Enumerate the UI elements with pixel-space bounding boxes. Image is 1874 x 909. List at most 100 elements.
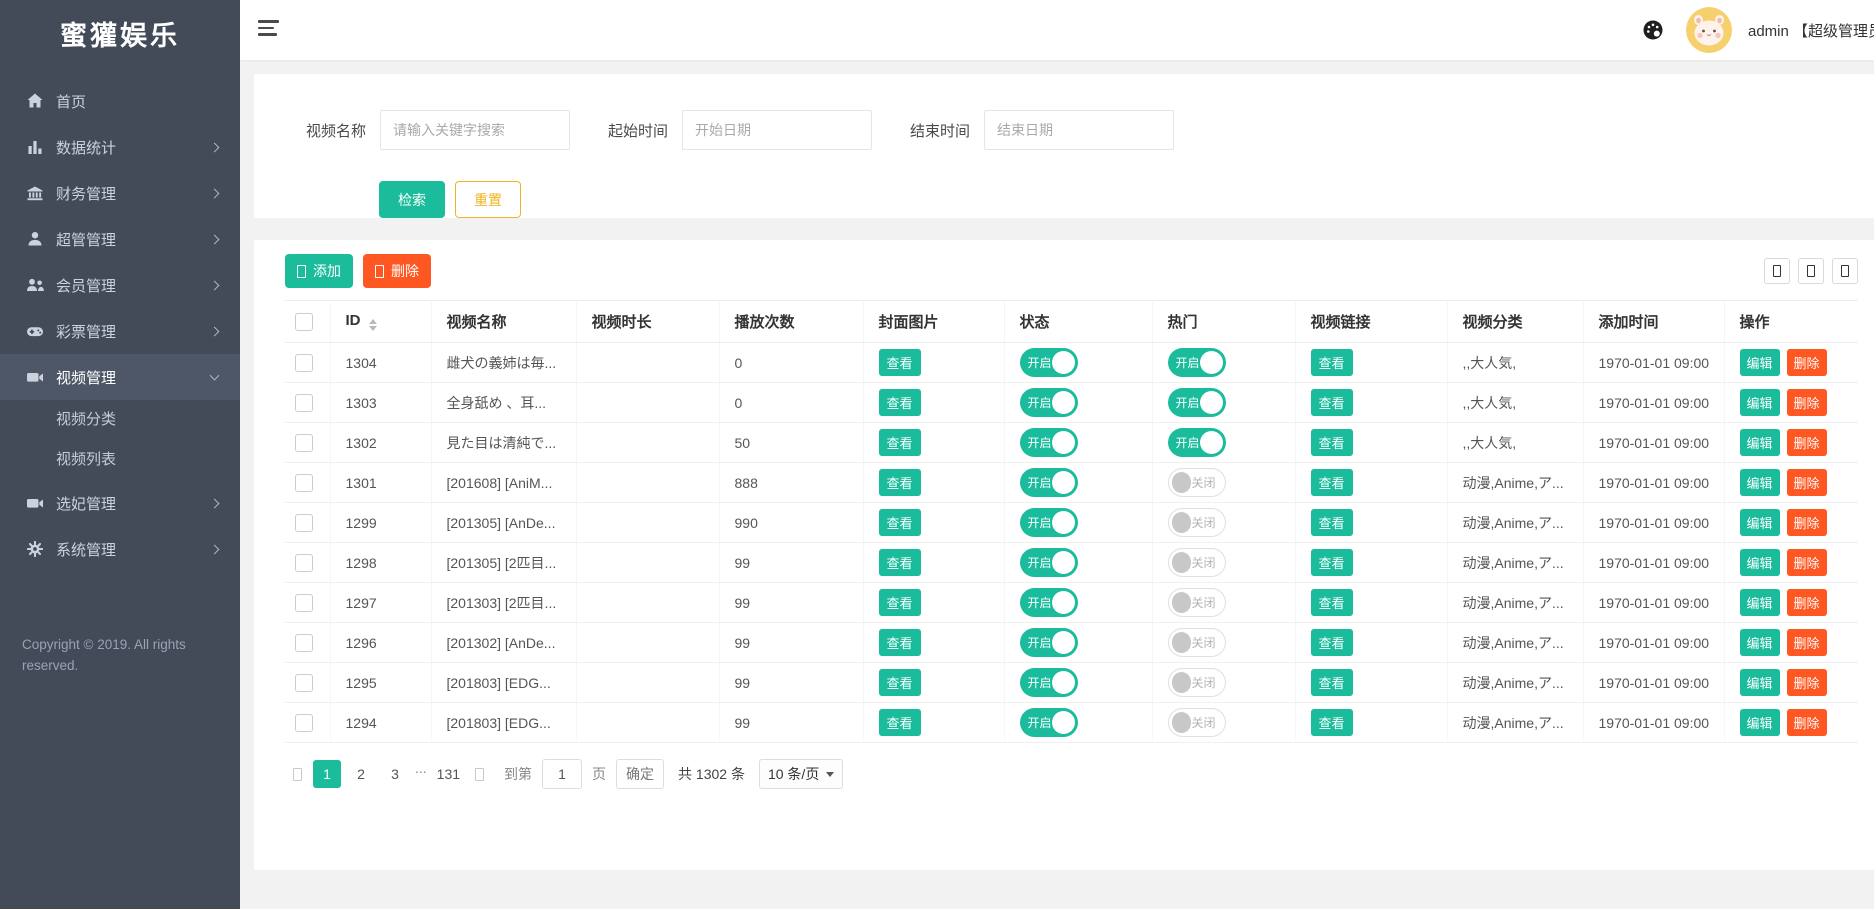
search-button[interactable]: 检索 [379,181,445,218]
view-cover-button[interactable]: 查看 [879,509,921,536]
status-toggle[interactable]: 开启 [1020,548,1078,577]
row-checkbox[interactable] [295,394,313,412]
status-toggle[interactable]: 开启 [1020,388,1078,417]
row-checkbox[interactable] [295,474,313,492]
hot-toggle[interactable]: 关闭 [1168,548,1226,577]
view-link-button[interactable]: 查看 [1311,469,1353,496]
sidebar-subitem-video-list[interactable]: 视频列表 [0,440,240,480]
row-delete-button[interactable]: 删除 [1787,509,1827,536]
page-button-1[interactable]: 1 [313,760,341,788]
edit-button[interactable]: 编辑 [1740,509,1780,536]
status-toggle[interactable]: 开启 [1020,468,1078,497]
prev-page-icon[interactable] [293,768,302,781]
hot-toggle[interactable]: 关闭 [1168,628,1226,657]
sidebar-item-system[interactable]: 系统管理 [0,526,240,572]
edit-button[interactable]: 编辑 [1740,349,1780,376]
row-delete-button[interactable]: 删除 [1787,469,1827,496]
view-cover-button[interactable]: 查看 [879,349,921,376]
page-button-131[interactable]: 131 [433,760,464,788]
view-cover-button[interactable]: 查看 [879,389,921,416]
row-delete-button[interactable]: 删除 [1787,549,1827,576]
row-checkbox[interactable] [295,594,313,612]
edit-button[interactable]: 编辑 [1740,389,1780,416]
page-button-2[interactable]: 2 [347,760,375,788]
sidebar-item-member[interactable]: 会员管理 [0,262,240,308]
row-checkbox[interactable] [295,514,313,532]
select-all-checkbox[interactable] [295,313,313,331]
view-link-button[interactable]: 查看 [1311,349,1353,376]
edit-button[interactable]: 编辑 [1740,709,1780,736]
view-cover-button[interactable]: 查看 [879,549,921,576]
view-link-button[interactable]: 查看 [1311,389,1353,416]
row-delete-button[interactable]: 删除 [1787,629,1827,656]
username[interactable]: admin 【超级管理员】 [1748,20,1874,41]
row-delete-button[interactable]: 删除 [1787,349,1827,376]
hot-toggle[interactable]: 关闭 [1168,508,1226,537]
edit-button[interactable]: 编辑 [1740,629,1780,656]
sidebar-item-stats[interactable]: 数据统计 [0,124,240,170]
view-link-button[interactable]: 查看 [1311,669,1353,696]
view-cover-button[interactable]: 查看 [879,429,921,456]
row-checkbox[interactable] [295,714,313,732]
view-cover-button[interactable]: 查看 [879,469,921,496]
row-checkbox[interactable] [295,354,313,372]
hot-toggle[interactable]: 关闭 [1168,468,1226,497]
row-delete-button[interactable]: 删除 [1787,709,1827,736]
row-delete-button[interactable]: 删除 [1787,389,1827,416]
hot-toggle[interactable]: 关闭 [1168,708,1226,737]
sidebar-item-video[interactable]: 视频管理 [0,354,240,400]
view-link-button[interactable]: 查看 [1311,509,1353,536]
status-toggle[interactable]: 开启 [1020,708,1078,737]
sidebar-toggle-button[interactable] [258,20,280,40]
view-link-button[interactable]: 查看 [1311,589,1353,616]
hot-toggle[interactable]: 关闭 [1168,588,1226,617]
view-cover-button[interactable]: 查看 [879,629,921,656]
sidebar-item-lottery[interactable]: 彩票管理 [0,308,240,354]
row-checkbox[interactable] [295,554,313,572]
view-link-button[interactable]: 查看 [1311,429,1353,456]
columns-button[interactable] [1832,258,1858,284]
row-checkbox[interactable] [295,634,313,652]
status-toggle[interactable]: 开启 [1020,348,1078,377]
refresh-button[interactable] [1764,258,1790,284]
end-date-input[interactable] [984,110,1174,150]
sidebar-item-admin[interactable]: 超管管理 [0,216,240,262]
view-cover-button[interactable]: 查看 [879,669,921,696]
goto-page-input[interactable] [542,759,582,789]
start-date-input[interactable] [682,110,872,150]
delete-button[interactable]: 删除 [363,254,431,288]
view-link-button[interactable]: 查看 [1311,629,1353,656]
row-delete-button[interactable]: 删除 [1787,669,1827,696]
page-button-3[interactable]: 3 [381,760,409,788]
sidebar-subitem-video-category[interactable]: 视频分类 [0,400,240,440]
view-link-button[interactable]: 查看 [1311,709,1353,736]
page-size-select[interactable]: 10 条/页 [759,759,843,789]
row-checkbox[interactable] [295,674,313,692]
edit-button[interactable]: 编辑 [1740,549,1780,576]
row-checkbox[interactable] [295,434,313,452]
edit-button[interactable]: 编辑 [1740,589,1780,616]
video-name-input[interactable] [380,110,570,150]
reset-button[interactable]: 重置 [455,181,521,218]
status-toggle[interactable]: 开启 [1020,428,1078,457]
status-toggle[interactable]: 开启 [1020,668,1078,697]
avatar[interactable] [1686,7,1732,53]
theme-palette-icon[interactable] [1642,19,1664,41]
sidebar-item-home[interactable]: 首页 [0,78,240,124]
view-cover-button[interactable]: 查看 [879,709,921,736]
hot-toggle[interactable]: 关闭 [1168,668,1226,697]
sort-icon[interactable] [369,319,377,331]
status-toggle[interactable]: 开启 [1020,628,1078,657]
goto-confirm-button[interactable]: 确定 [616,759,664,789]
status-toggle[interactable]: 开启 [1020,508,1078,537]
row-delete-button[interactable]: 删除 [1787,429,1827,456]
hot-toggle[interactable]: 开启 [1168,428,1226,457]
sidebar-item-girl[interactable]: 选妃管理 [0,480,240,526]
view-cover-button[interactable]: 查看 [879,589,921,616]
hot-toggle[interactable]: 开启 [1168,348,1226,377]
hot-toggle[interactable]: 开启 [1168,388,1226,417]
next-page-icon[interactable] [475,768,484,781]
sidebar-item-finance[interactable]: 财务管理 [0,170,240,216]
view-link-button[interactable]: 查看 [1311,549,1353,576]
edit-button[interactable]: 编辑 [1740,669,1780,696]
